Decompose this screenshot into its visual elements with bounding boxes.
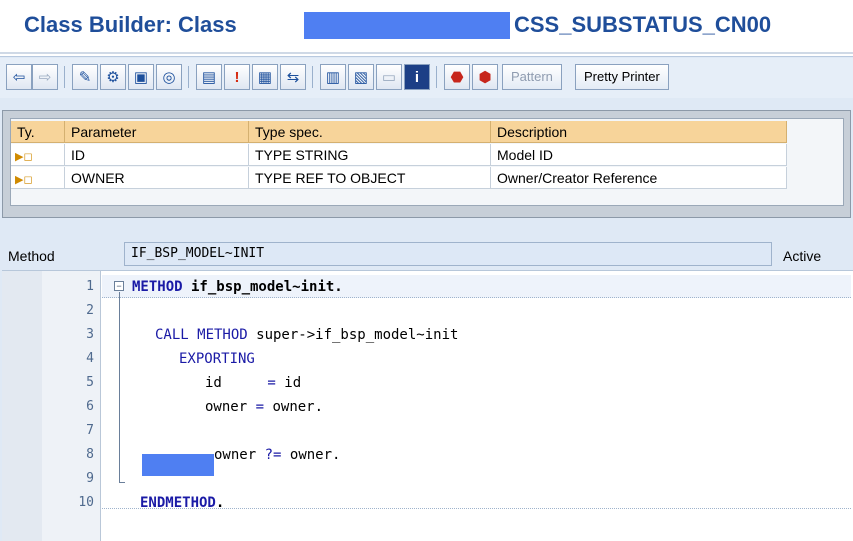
window-title-suffix: CSS_SUBSTATUS_CN00 — [514, 12, 772, 37]
display-object-list-icon[interactable]: ▦ — [252, 64, 278, 90]
cast-lhs: owner — [214, 447, 257, 463]
end-line-marker — [102, 507, 851, 509]
line-number: 4 — [86, 351, 94, 366]
line-number: 9 — [86, 471, 94, 486]
param-name[interactable]: OWNER — [65, 167, 249, 189]
param-rhs: id — [284, 375, 302, 391]
line-number: 6 — [86, 399, 94, 414]
toolbar-separator — [188, 66, 189, 88]
sign-icon[interactable]: ⬣ — [444, 64, 470, 90]
activate-icon[interactable]: ◎ — [156, 64, 182, 90]
info-icon[interactable]: i — [404, 64, 430, 90]
code-line-8: owner ?= owner. — [214, 447, 340, 463]
method-name-field[interactable]: IF_BSP_MODEL~INIT — [124, 242, 772, 266]
navigate-icon[interactable]: ⇆ — [280, 64, 306, 90]
fold-collapse-icon[interactable]: − — [114, 281, 124, 291]
code-line-1: METHOD if_bsp_model~init. — [132, 279, 343, 295]
gutter-margin — [2, 271, 42, 541]
redacted-class-name — [304, 12, 510, 39]
line-number: 8 — [86, 447, 94, 462]
check-icon[interactable]: ▣ — [128, 64, 154, 90]
importing-param-icon: ▶◻ — [11, 144, 65, 166]
call-target: super->if_bsp_model~init — [247, 327, 459, 343]
toolbar-separator — [64, 66, 65, 88]
param-type-spec[interactable]: TYPE REF TO OBJECT — [249, 167, 491, 189]
back-arrow-icon[interactable]: ⇦ — [6, 64, 32, 90]
hierarchy-icon[interactable]: ▥ — [320, 64, 346, 90]
importing-param-icon: ▶◻ — [11, 167, 65, 189]
keyword-call-method: CALL METHOD — [155, 327, 248, 343]
parameters-table: Ty. Parameter Type spec. Description ▶◻ … — [10, 118, 844, 206]
stop-icon[interactable]: ⬢ — [472, 64, 498, 90]
keyword-exporting: EXPORTING — [179, 351, 255, 367]
fold-guide-end — [119, 482, 125, 483]
assign-operator: = — [267, 375, 276, 391]
fold-guide — [119, 292, 120, 482]
param-lhs: owner — [205, 399, 248, 415]
editor-gutter: 1 2 3 4 5 6 7 8 9 10 — [2, 271, 101, 541]
forward-arrow-icon[interactable]: ⇨ — [32, 64, 58, 90]
object-list-icon[interactable]: ▤ — [196, 64, 222, 90]
application-toolbar: ⇦ ⇨ ✎ ⚙ ▣ ◎ ▤ ! ▦ ⇆ ▥ ▧ ▭ i ⬣ ⬢ Pattern … — [0, 58, 853, 98]
line-number: 5 — [86, 375, 94, 390]
param-rhs: owner. — [272, 399, 324, 415]
code-line-3: CALL METHOD super->if_bsp_model~init — [155, 327, 458, 343]
assign-operator: = — [255, 399, 265, 415]
table-row[interactable]: ▶◻ ID TYPE STRING Model ID — [11, 144, 841, 166]
cast-rhs: owner. — [289, 447, 341, 463]
param-description[interactable]: Owner/Creator Reference — [491, 167, 787, 189]
method-status: Active — [783, 248, 822, 264]
method-label: Method — [8, 248, 55, 264]
col-header-parameter[interactable]: Parameter — [65, 121, 249, 143]
cast-operator: ?= — [264, 447, 282, 463]
edit-pencil-icon[interactable]: ✎ — [72, 64, 98, 90]
redacted-code-fragment — [142, 454, 214, 476]
title-bar: Class Builder: Class CSS_SUBSTATUS_CN00 — [0, 0, 853, 57]
code-line-5: id = id — [205, 375, 301, 391]
table-row[interactable]: ▶◻ OWNER TYPE REF TO OBJECT Owner/Creato… — [11, 167, 841, 189]
window-title-prefix: Class Builder: Class — [24, 12, 237, 37]
line-number: 3 — [86, 327, 94, 342]
line-number: 7 — [86, 423, 94, 438]
param-name[interactable]: ID — [65, 144, 249, 166]
line-number: 1 — [86, 279, 94, 294]
code-line-4: EXPORTING — [179, 351, 255, 367]
toggle-display-change-icon[interactable]: ⚙ — [100, 64, 126, 90]
col-header-type-spec[interactable]: Type spec. — [249, 121, 491, 143]
toolbar-separator — [436, 66, 437, 88]
toolbar-separator — [312, 66, 313, 88]
pretty-printer-button[interactable]: Pretty Printer — [575, 64, 669, 90]
structure-icon[interactable]: ▧ — [348, 64, 374, 90]
col-header-type[interactable]: Ty. — [11, 121, 65, 143]
param-lhs: id — [205, 375, 222, 391]
blank-field-icon[interactable]: ▭ — [376, 64, 402, 90]
method-signature: if_bsp_model~init. — [182, 279, 343, 295]
title-divider — [0, 52, 853, 54]
line-number: 10 — [78, 495, 94, 510]
param-type-spec[interactable]: TYPE STRING — [249, 144, 491, 166]
code-line-6: owner = owner. — [205, 399, 323, 415]
abap-code-editor[interactable]: 1 2 3 4 5 6 7 8 9 10 − METHOD if_bsp_mod… — [2, 270, 853, 541]
param-description[interactable]: Model ID — [491, 144, 787, 166]
where-used-icon[interactable]: ! — [224, 64, 250, 90]
parameters-header-row: Ty. Parameter Type spec. Description — [11, 121, 841, 143]
pattern-button[interactable]: Pattern — [502, 64, 562, 90]
col-header-description[interactable]: Description — [491, 121, 787, 143]
keyword-method: METHOD — [132, 279, 183, 295]
line-number: 2 — [86, 303, 94, 318]
